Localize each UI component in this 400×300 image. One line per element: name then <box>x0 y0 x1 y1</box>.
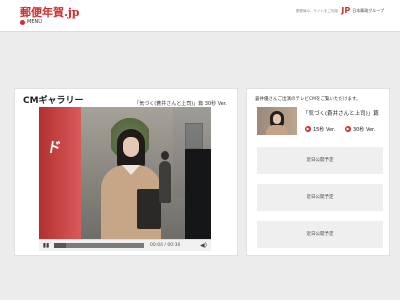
cm-title: 「気づく(蒼井さんと上司)」篇 <box>303 111 379 117</box>
cm-15sec-button[interactable]: ▶ 15秒 Ver. <box>305 124 335 134</box>
corp-name: 日本郵政グループ <box>352 7 384 13</box>
cm-30sec-button[interactable]: ▶ 30秒 Ver. <box>345 124 375 134</box>
header-tagline: 郵便局の…サイトをご利用 <box>296 9 338 13</box>
video-passerby-head <box>161 151 169 160</box>
cm-thumbnail[interactable] <box>257 107 297 135</box>
site-logo[interactable]: 郵便年賀.jp <box>20 4 80 20</box>
cm-intro-text: 蒼井優さんご出演のテレビCMをご覧いただけます。 <box>255 97 361 102</box>
cm-gallery-panel: CMギャラリー 「気づく(蒼井さんと上司)」篇 30秒 Ver. ド ▮▮ 00… <box>14 88 238 256</box>
cm-30sec-label: 30秒 Ver. <box>353 126 376 133</box>
cm-15sec-label: 15秒 Ver. <box>313 126 336 133</box>
menu-label: MENU <box>27 19 42 25</box>
play-circle-icon: ▶ <box>345 126 351 132</box>
time-display: 00:04 / 00:30 <box>150 243 181 248</box>
video-controls: ▮▮ 00:04 / 00:30 ◀) <box>39 239 211 251</box>
menu-dot-icon <box>20 19 25 25</box>
video-window <box>185 123 203 149</box>
video-red-banner <box>39 107 81 239</box>
video-actress-face <box>123 137 139 157</box>
coming-soon-slot: 近日公開予定 <box>257 221 383 248</box>
header: 郵便年賀.jp MENU 郵便局の…サイトをご利用 JP 日本郵政グループ <box>0 0 400 32</box>
video-player[interactable]: ド <box>39 107 211 239</box>
volume-icon[interactable]: ◀) <box>200 242 207 249</box>
progress-fill <box>54 243 66 248</box>
play-icon[interactable]: ▮▮ <box>41 241 51 251</box>
progress-bar[interactable] <box>54 243 144 248</box>
coming-soon-slot: 近日公開予定 <box>257 184 383 211</box>
coming-soon-slot: 近日公開予定 <box>257 147 383 174</box>
video-bag <box>137 189 161 229</box>
video-dark-figure <box>185 149 211 239</box>
video-banner-mark: ド <box>45 140 63 156</box>
cm-list-panel: 蒼井優さんご出演のテレビCMをご覧いただけます。 「気づく(蒼井さんと上司)」篇… <box>246 88 390 256</box>
video-caption: 「気づく(蒼井さんと上司)」篇 30秒 Ver. <box>134 101 227 107</box>
thumb-face <box>273 114 281 124</box>
thumb-coat <box>266 125 288 135</box>
japan-post-logo[interactable]: JP 日本郵政グループ <box>341 6 384 15</box>
menu-button[interactable]: MENU <box>20 19 42 25</box>
gallery-title: CMギャラリー <box>23 96 84 106</box>
video-passerby <box>159 161 171 203</box>
jp-mark-icon: JP <box>341 6 351 15</box>
play-circle-icon: ▶ <box>305 126 311 132</box>
